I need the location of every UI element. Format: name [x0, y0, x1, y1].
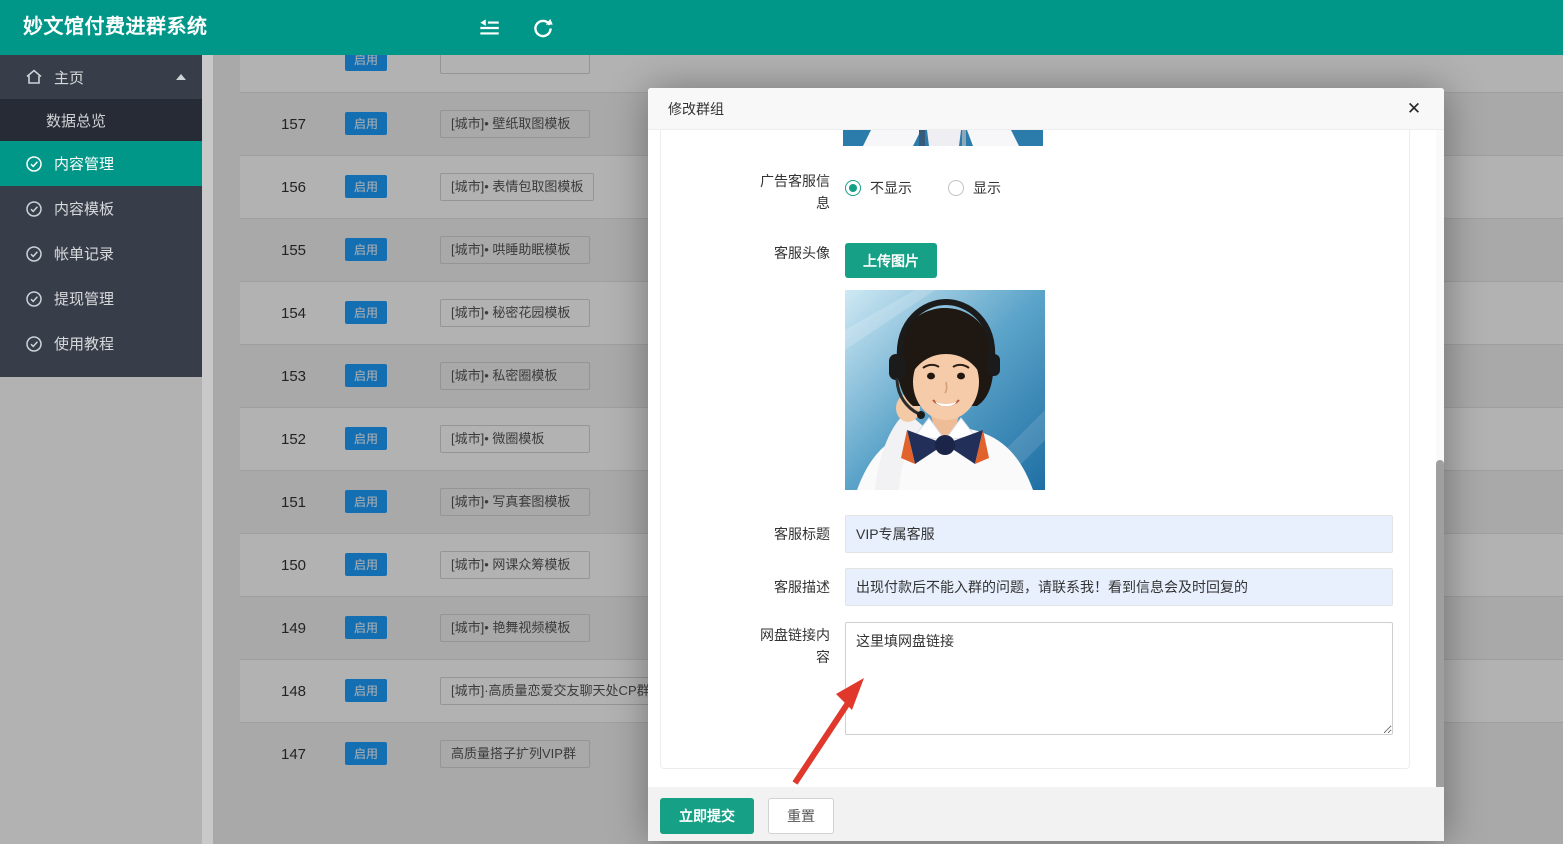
reset-button[interactable]: 重置 — [768, 798, 834, 834]
collapse-menu-icon[interactable] — [476, 15, 502, 41]
sidebar-item-label: 数据总览 — [46, 110, 106, 131]
modal-footer: 立即提交 重置 — [648, 787, 1444, 841]
sidebar-item-home[interactable]: 主页 — [0, 55, 202, 99]
sidebar-item-label: 提现管理 — [54, 288, 114, 309]
radio-label: 显示 — [973, 178, 1001, 198]
check-circle-icon — [24, 334, 44, 354]
group-avatar-photo-bottom — [843, 130, 1043, 146]
service-avatar-label: 客服头像 — [752, 242, 830, 264]
sidebar-item-data-overview[interactable]: 数据总览 — [0, 99, 202, 141]
sidebar-item-label: 内容管理 — [54, 153, 114, 174]
service-title-input[interactable] — [845, 515, 1393, 553]
sidebar: 主页 数据总览 内容管理 内容模板 帐单记录 — [0, 55, 202, 377]
service-desc-input[interactable] — [845, 568, 1393, 606]
netdisk-link-label: 网盘链接内容 — [752, 624, 830, 668]
netdisk-link-textarea[interactable]: 这里填网盘链接 — [845, 622, 1393, 735]
check-circle-icon — [24, 244, 44, 264]
customer-service-photo — [845, 290, 1045, 490]
app-title: 妙文馆付费进群系统 — [23, 0, 208, 55]
sidebar-item-label: 帐单记录 — [54, 243, 114, 264]
ad-service-info-label: 广告客服信息 — [752, 170, 830, 214]
radio-label: 不显示 — [870, 178, 912, 198]
app-header: 妙文馆付费进群系统 — [0, 0, 1563, 55]
radio-show[interactable] — [948, 180, 964, 196]
sidebar-item-label: 使用教程 — [54, 333, 114, 354]
close-icon[interactable]: ✕ — [1402, 97, 1426, 121]
home-icon — [24, 67, 44, 87]
service-desc-label: 客服描述 — [752, 576, 830, 598]
modal-body: 广告客服信息 不显示 显示 客服头像 上传图片 — [648, 130, 1444, 787]
chevron-up-icon — [176, 74, 186, 80]
check-circle-icon — [24, 154, 44, 174]
modal-backdrop — [0, 377, 202, 844]
sidebar-item-tutorial[interactable]: 使用教程 — [0, 321, 202, 366]
sidebar-item-content-manage[interactable]: 内容管理 — [0, 141, 202, 186]
refresh-icon[interactable] — [530, 15, 556, 41]
modal-scrollbar-track — [1436, 130, 1444, 841]
sidebar-item-label: 主页 — [54, 67, 84, 88]
edit-group-modal: 修改群组 ✕ 广告客服信息 不显示 显示 客服头像 上传图片 — [648, 88, 1444, 841]
submit-button[interactable]: 立即提交 — [660, 798, 754, 834]
ad-service-info-radios: 不显示 显示 — [845, 178, 1001, 198]
sidebar-item-content-template[interactable]: 内容模板 — [0, 186, 202, 231]
service-title-label: 客服标题 — [752, 523, 830, 545]
sidebar-item-label: 内容模板 — [54, 198, 114, 219]
sidebar-item-bill-records[interactable]: 帐单记录 — [0, 231, 202, 276]
sidebar-item-withdraw-manage[interactable]: 提现管理 — [0, 276, 202, 321]
modal-scrollbar-thumb[interactable] — [1436, 460, 1444, 841]
check-circle-icon — [24, 199, 44, 219]
upload-image-button[interactable]: 上传图片 — [845, 243, 937, 278]
modal-header: 修改群组 ✕ — [648, 88, 1444, 130]
content-scrollbar-track[interactable] — [202, 55, 213, 844]
radio-not-show[interactable] — [845, 180, 861, 196]
check-circle-icon — [24, 289, 44, 309]
modal-title: 修改群组 — [668, 88, 724, 130]
